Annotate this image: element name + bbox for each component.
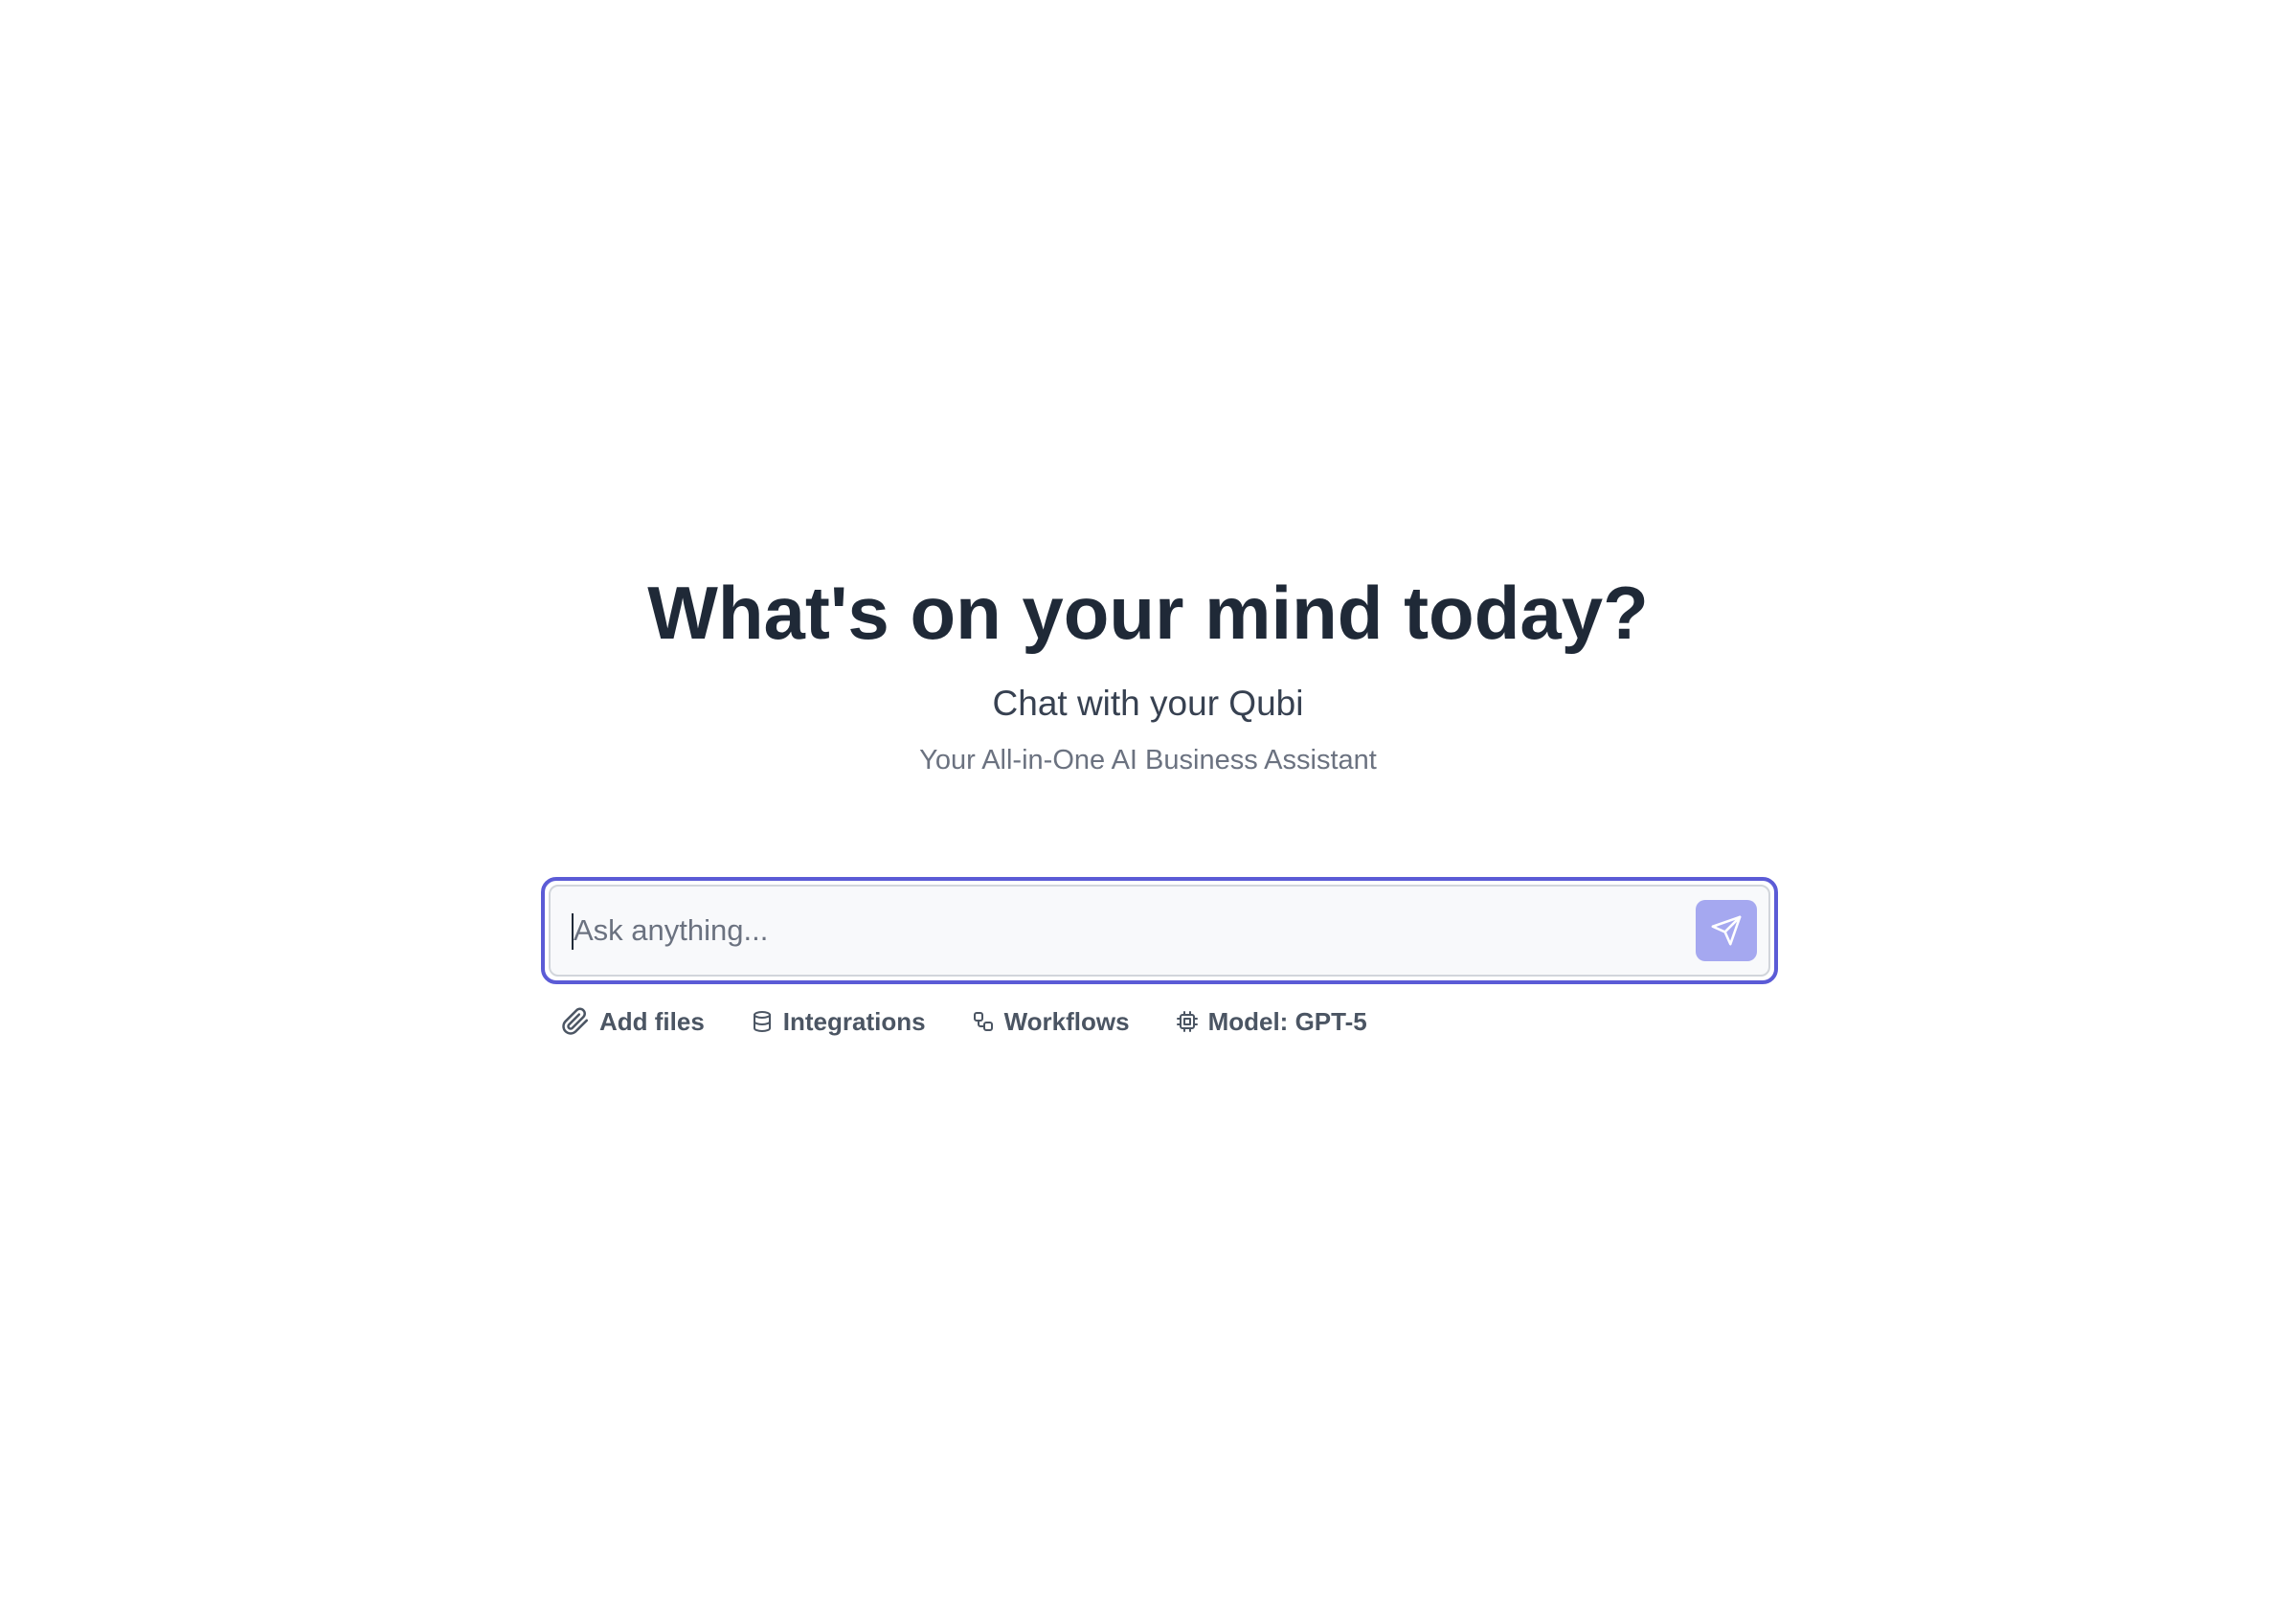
chat-input-box[interactable]	[549, 885, 1770, 977]
integrations-label: Integrations	[782, 1006, 926, 1036]
model-selector-label: Model: GPT-5	[1207, 1006, 1367, 1036]
add-files-button[interactable]: Add files	[561, 1007, 705, 1037]
composer-toolbar: Add files Integrations Workflows Model: …	[561, 1001, 1413, 1042]
chat-landing-page: What's on your mind today? Chat with you…	[0, 0, 2296, 1618]
page-subtitle: Chat with your Qubi	[992, 684, 1304, 723]
integrations-button[interactable]: Integrations	[751, 1007, 926, 1037]
workflows-button[interactable]: Workflows	[972, 1007, 1130, 1037]
page-title: What's on your mind today?	[647, 571, 1649, 655]
send-icon	[1711, 915, 1742, 946]
send-button[interactable]	[1696, 900, 1757, 961]
database-icon	[751, 1010, 774, 1033]
chat-input[interactable]	[551, 887, 1696, 975]
chat-composer	[541, 877, 1778, 984]
page-tagline: Your All-in-One AI Business Assistant	[919, 745, 1377, 775]
paperclip-icon	[561, 1007, 590, 1036]
model-selector[interactable]: Model: GPT-5	[1176, 1007, 1367, 1037]
add-files-label: Add files	[599, 1006, 705, 1036]
workflows-label: Workflows	[1003, 1006, 1130, 1036]
workflow-icon	[972, 1010, 995, 1033]
cpu-icon	[1176, 1010, 1199, 1033]
hero-section: What's on your mind today? Chat with you…	[0, 560, 2296, 784]
text-caret	[572, 913, 574, 950]
